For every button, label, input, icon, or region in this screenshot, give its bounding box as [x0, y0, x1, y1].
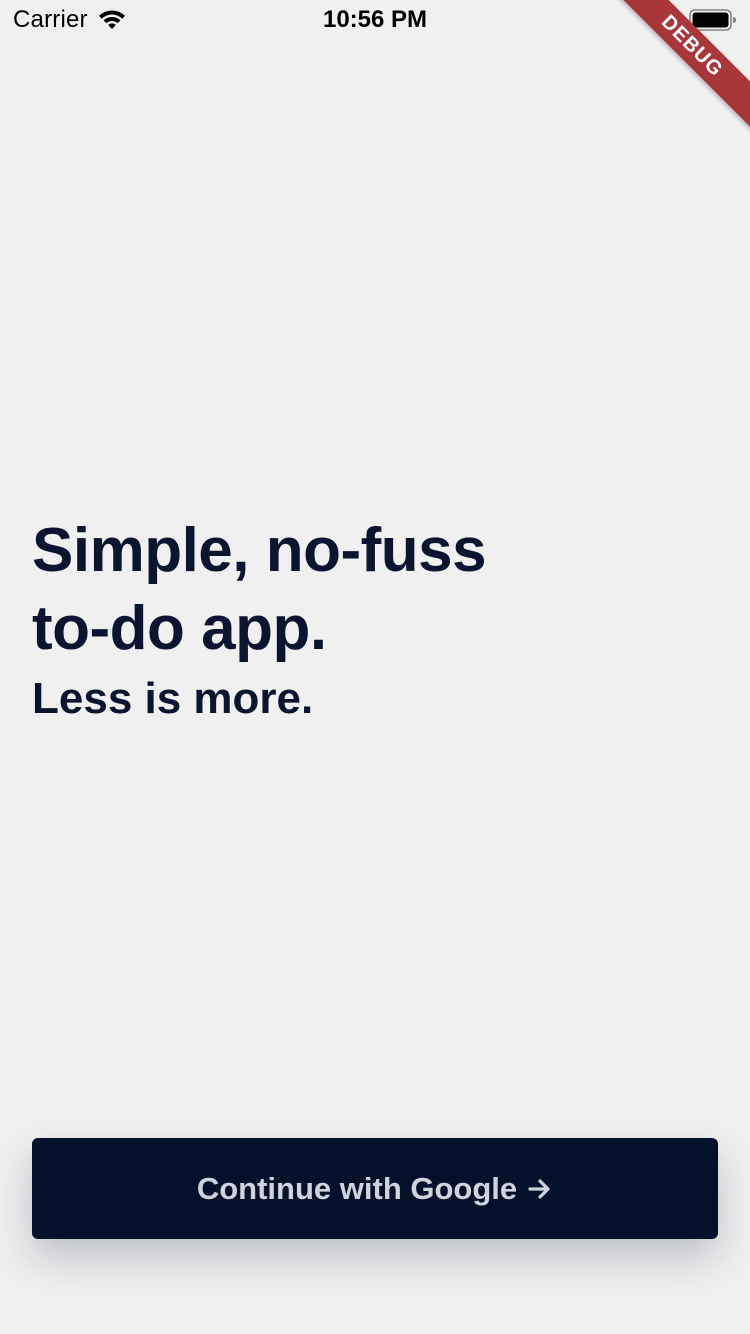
- hero: Simple, no-fuss to-do app. Less is more.: [32, 512, 632, 728]
- status-time: 10:56 PM: [322, 6, 428, 33]
- continue-with-google-label: Continue with Google: [196, 1170, 518, 1206]
- arrow-right-icon: [528, 1178, 550, 1199]
- headline-line-1: Simple, no-fuss: [32, 516, 487, 585]
- continue-with-google-button[interactable]: Continue with Google: [32, 1138, 718, 1239]
- battery-icon: [689, 9, 736, 31]
- status-bar: Carrier 10:56 PM: [0, 0, 750, 40]
- tagline: Less is more.: [32, 674, 314, 723]
- headline-line-2: to-do app.: [32, 594, 327, 663]
- headline: Simple, no-fuss to-do app.: [32, 512, 632, 668]
